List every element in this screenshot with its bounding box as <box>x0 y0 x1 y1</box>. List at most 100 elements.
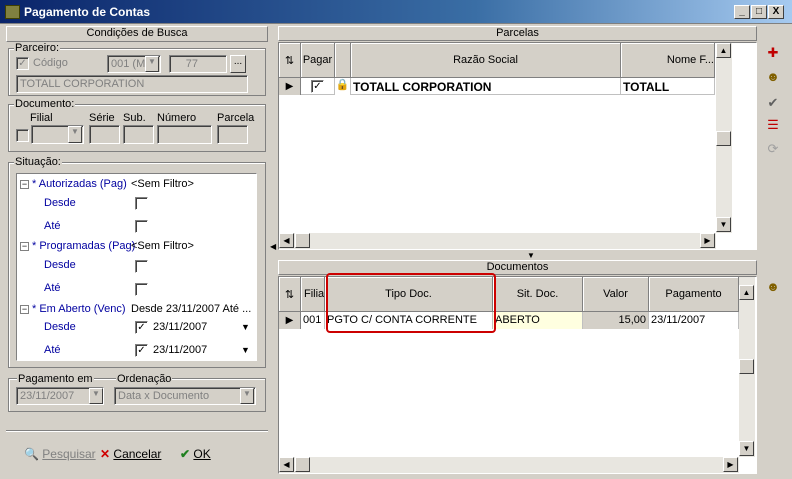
person-icon[interactable]: ☻ <box>764 68 782 86</box>
col-pagar[interactable]: Pagar <box>301 43 335 78</box>
horizontal-scrollbar[interactable]: ◀ ▶ <box>279 457 739 473</box>
tree-item-programadas[interactable]: * Programadas (Pag) <box>32 240 135 252</box>
em-aberto-ate: Até <box>44 344 61 356</box>
codigo-checkbox[interactable]: ✓ <box>16 57 29 70</box>
scroll-left-icon[interactable]: ◀ <box>279 233 294 248</box>
chevron-down-icon[interactable]: ▼ <box>527 251 535 260</box>
col-valor[interactable]: Valor <box>583 277 649 312</box>
numero-field[interactable] <box>157 125 212 144</box>
divider <box>6 430 268 432</box>
maximize-button[interactable]: □ <box>751 5 767 19</box>
arrows-sort-icon[interactable]: ⇅ <box>279 43 301 78</box>
person-icon[interactable]: ☻ <box>764 278 782 296</box>
close-icon: ✕ <box>100 447 111 461</box>
row-pagar-cell[interactable]: ✓ <box>301 78 335 95</box>
chevron-down-icon[interactable]: ▼ <box>145 56 159 72</box>
em-aberto-desde-value[interactable]: 23/11/2007 <box>153 321 207 333</box>
row-pagamento[interactable]: 23/11/2007 <box>649 312 739 329</box>
programadas-ate-checkbox[interactable] <box>135 283 148 296</box>
em-aberto-filter: Desde 23/11/2007 Até ... <box>131 303 252 315</box>
scroll-thumb[interactable] <box>739 359 754 374</box>
filial-label: Filial <box>30 112 53 124</box>
row-valor[interactable]: 15,00 <box>583 312 649 329</box>
arrows-sort-icon[interactable]: ⇅ <box>279 277 301 312</box>
tree-item-autorizadas[interactable]: * Autorizadas (Pag) <box>32 178 127 190</box>
col-sit-doc[interactable]: Sit. Doc. <box>493 277 583 312</box>
row-nome-fantasia[interactable]: TOTALL <box>621 78 715 95</box>
situacao-label: Situação: <box>14 156 62 168</box>
close-button[interactable]: X <box>768 5 784 19</box>
documento-checkbox[interactable] <box>16 129 29 142</box>
autorizadas-ate-checkbox[interactable] <box>135 220 148 233</box>
ordenacao-select[interactable]: Data x Documento <box>114 387 256 405</box>
chevron-down-icon[interactable]: ▼ <box>68 126 82 143</box>
more-button[interactable]: ... <box>230 55 246 73</box>
scroll-thumb[interactable] <box>295 233 310 248</box>
vertical-scrollbar[interactable]: ▲ ▼ <box>739 277 755 457</box>
em-aberto-ate-value[interactable]: 23/11/2007 <box>153 344 207 356</box>
vertical-scrollbar[interactable]: ▲ ▼ <box>716 43 732 233</box>
title-bar: Pagamento de Contas _ □ X <box>0 0 792 24</box>
row-filial[interactable]: 001 <box>301 312 325 329</box>
scroll-down-icon[interactable]: ▼ <box>716 217 731 232</box>
col-razao-social[interactable]: Razão Social <box>351 43 621 78</box>
collapse-icon[interactable]: − <box>20 305 29 314</box>
documentos-toolbar: ☻ <box>760 276 786 474</box>
lock-icon: 🔒 <box>335 78 351 95</box>
add-icon[interactable]: ✚ <box>764 44 782 62</box>
window-title: Pagamento de Contas <box>24 5 151 19</box>
serie-field[interactable] <box>89 125 120 144</box>
em-aberto-ate-checkbox[interactable]: ✓ <box>135 344 148 357</box>
parcelas-toolbar: ✚ ☻ ✔ ☰ ⟳ <box>760 42 786 250</box>
refresh-icon[interactable]: ⟳ <box>764 140 782 158</box>
collapse-icon[interactable]: − <box>20 180 29 189</box>
search-icon: 🔍 <box>24 447 39 461</box>
codigo-label: Código <box>33 57 68 69</box>
check-icon: ✔ <box>180 447 191 461</box>
parcelas-grid: ⇅ Pagar Razão Social Nome F... ▶ ✓ 🔒 TOT… <box>278 42 757 250</box>
ok-button[interactable]: ✔ OK <box>180 447 211 461</box>
chevron-down-icon[interactable]: ▼ <box>241 322 250 332</box>
app-icon <box>5 5 20 19</box>
list-icon[interactable]: ☰ <box>764 116 782 134</box>
collapse-icon[interactable]: − <box>20 242 29 251</box>
highlight-box <box>326 273 496 333</box>
chevron-down-icon[interactable]: ▼ <box>240 388 254 404</box>
col-filial[interactable]: Filial <box>301 277 325 312</box>
em-aberto-desde-checkbox[interactable]: ✓ <box>135 321 148 334</box>
chevron-left-icon[interactable]: ◀ <box>270 242 276 251</box>
chevron-down-icon[interactable]: ▼ <box>241 345 250 355</box>
cancelar-button[interactable]: ✕ Cancelar <box>100 447 161 461</box>
minimize-button[interactable]: _ <box>734 5 750 19</box>
scroll-right-icon[interactable]: ▶ <box>700 233 715 248</box>
parcela-field[interactable] <box>217 125 248 144</box>
col-pagamento[interactable]: Pagamento <box>649 277 739 312</box>
pesquisar-button[interactable]: 🔍 Pesquisar <box>24 447 96 461</box>
col-lock <box>335 43 351 78</box>
check-icon[interactable]: ✔ <box>764 94 782 112</box>
chevron-down-icon[interactable]: ▼ <box>89 388 103 404</box>
programadas-filter: <Sem Filtro> <box>131 240 194 252</box>
scroll-down-icon[interactable]: ▼ <box>739 441 754 456</box>
row-razao-social[interactable]: TOTALL CORPORATION <box>351 78 621 95</box>
numero-label: Número <box>157 112 197 124</box>
vertical-splitter[interactable]: ◀ <box>270 26 277 476</box>
scroll-up-icon[interactable]: ▲ <box>739 285 754 300</box>
sub-label: Sub. <box>123 112 146 124</box>
scroll-up-icon[interactable]: ▲ <box>716 43 731 58</box>
horizontal-scrollbar[interactable]: ◀ ▶ <box>279 233 716 249</box>
programadas-desde-checkbox[interactable] <box>135 260 148 273</box>
pagar-checkbox[interactable]: ✓ <box>311 80 324 93</box>
row-sit-doc[interactable]: ABERTO <box>493 312 583 329</box>
parceiro-name-field[interactable]: TOTALL CORPORATION <box>16 75 248 93</box>
tree-item-em-aberto[interactable]: * Em Aberto (Venc) <box>32 303 126 315</box>
parceiro-number[interactable]: 77 <box>169 55 227 73</box>
pagamento-em-label: Pagamento em <box>17 373 94 385</box>
scroll-thumb[interactable] <box>295 457 310 472</box>
scroll-thumb[interactable] <box>716 131 731 146</box>
scroll-right-icon[interactable]: ▶ <box>723 457 738 472</box>
col-nome-fantasia[interactable]: Nome F... <box>621 43 715 78</box>
scroll-left-icon[interactable]: ◀ <box>279 457 294 472</box>
autorizadas-desde-checkbox[interactable] <box>135 197 148 210</box>
sub-field[interactable] <box>123 125 154 144</box>
